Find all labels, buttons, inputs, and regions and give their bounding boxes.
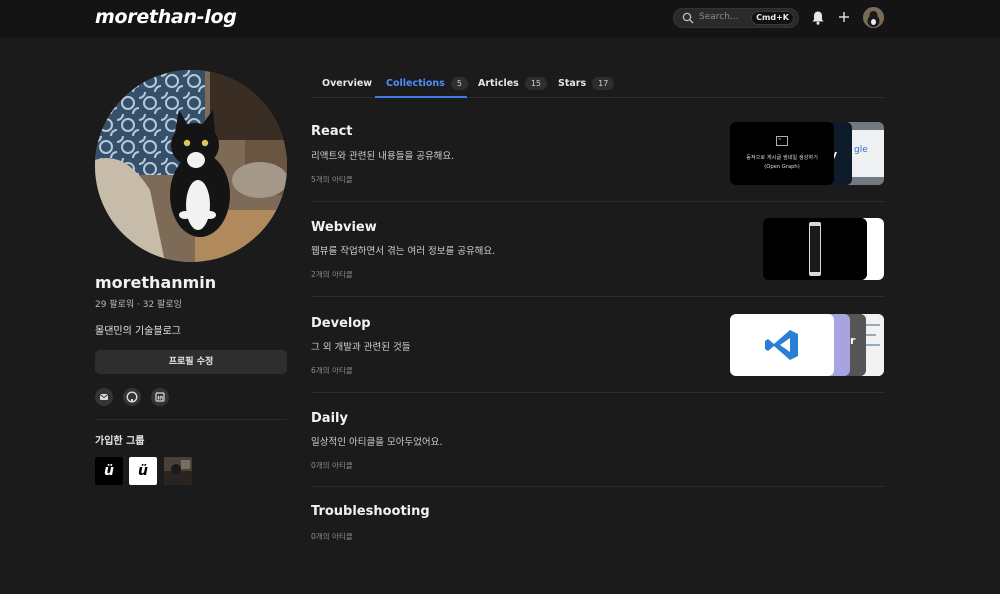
active-tab-indicator (375, 96, 467, 98)
joined-groups-heading: 가입한 그룹 (95, 436, 145, 447)
collection-article-count: 2개의 아티클 (311, 270, 353, 279)
group-item-dark[interactable]: ü (95, 457, 123, 485)
svg-text:gle: gle (854, 145, 868, 155)
plus-icon[interactable] (837, 10, 851, 24)
collection-article-count: 0개의 아티클 (311, 461, 353, 470)
follower-following-count[interactable]: 29 팔로워 · 32 팔로잉 (95, 297, 182, 310)
profile-photo (95, 70, 287, 262)
collection-article-count: 5개의 아티클 (311, 175, 353, 184)
collection-description: 그 외 개발과 관련된 것들 (311, 342, 411, 353)
collection-title-troubleshooting[interactable]: Troubleshooting (311, 504, 430, 519)
collection-thumbnail[interactable] (763, 218, 867, 280)
collection-title-webview[interactable]: Webview (311, 220, 377, 235)
collection-article-count: 0개의 아티클 (311, 532, 353, 541)
top-navbar: morethan-log Search... Cmd+K (0, 0, 1000, 38)
thumbnail-caption: (Open Graph) (764, 164, 800, 170)
tab-count-badge: 15 (524, 77, 548, 90)
tab-label: Overview (322, 78, 373, 89)
collection-description: 리액트와 관련된 내용들을 공유해요. (311, 151, 455, 162)
thumbnail-caption: 동적으로 게시글 썸네일 생성하기 (746, 155, 818, 161)
tab-articles[interactable]: Articles 15 (478, 77, 548, 91)
collection-divider (311, 296, 884, 297)
profile-username: morethanmin (95, 273, 217, 292)
search-shortcut-badge: Cmd+K (751, 11, 794, 25)
search-box[interactable]: Search... Cmd+K (673, 8, 799, 28)
tab-count-badge: 5 (450, 77, 468, 90)
edit-profile-button[interactable]: 프로필 수정 (95, 350, 287, 374)
search-placeholder: Search... (699, 12, 739, 22)
github-icon[interactable] (123, 388, 141, 406)
tab-overview[interactable]: Overview (322, 77, 372, 91)
collection-thumbnail[interactable] (730, 314, 834, 376)
sidebar-divider (95, 419, 287, 420)
collection-title-daily[interactable]: Daily (311, 411, 348, 426)
collection-description: 웹뷰를 작업하면서 겪는 여러 정보를 공유해요. (311, 246, 496, 257)
collection-thumbnail[interactable]: 동적으로 게시글 썸네일 생성하기 (Open Graph) (730, 122, 834, 185)
svg-text:r: r (850, 334, 856, 347)
collection-description: 일상적인 아티클을 모아두었어요. (311, 437, 443, 448)
collection-divider (311, 201, 884, 202)
tab-count-badge: 17 (592, 77, 615, 90)
tab-label: Collections (386, 78, 445, 89)
search-icon (682, 12, 694, 24)
collection-divider (311, 392, 884, 393)
vscode-icon (765, 330, 798, 360)
tab-label: Stars (558, 78, 587, 89)
collection-title-develop[interactable]: Develop (311, 316, 371, 331)
collection-article-count: 6개의 아티클 (311, 366, 353, 375)
group-item-light[interactable]: ü (129, 457, 157, 485)
collection-divider (311, 486, 884, 487)
linkedin-icon[interactable] (151, 388, 169, 406)
site-logo[interactable]: morethan-log (95, 6, 237, 28)
tab-label: Articles (478, 78, 519, 89)
collection-title-react[interactable]: React (311, 124, 353, 139)
avatar[interactable] (863, 7, 884, 28)
tab-stars[interactable]: Stars 17 (558, 77, 615, 91)
bell-icon[interactable] (811, 10, 825, 26)
group-item-photo[interactable] (164, 457, 192, 485)
tab-collections[interactable]: Collections 5 (386, 77, 468, 91)
profile-bio: 몰댄민의 기술블로그 (95, 326, 181, 337)
mail-icon[interactable] (95, 388, 113, 406)
